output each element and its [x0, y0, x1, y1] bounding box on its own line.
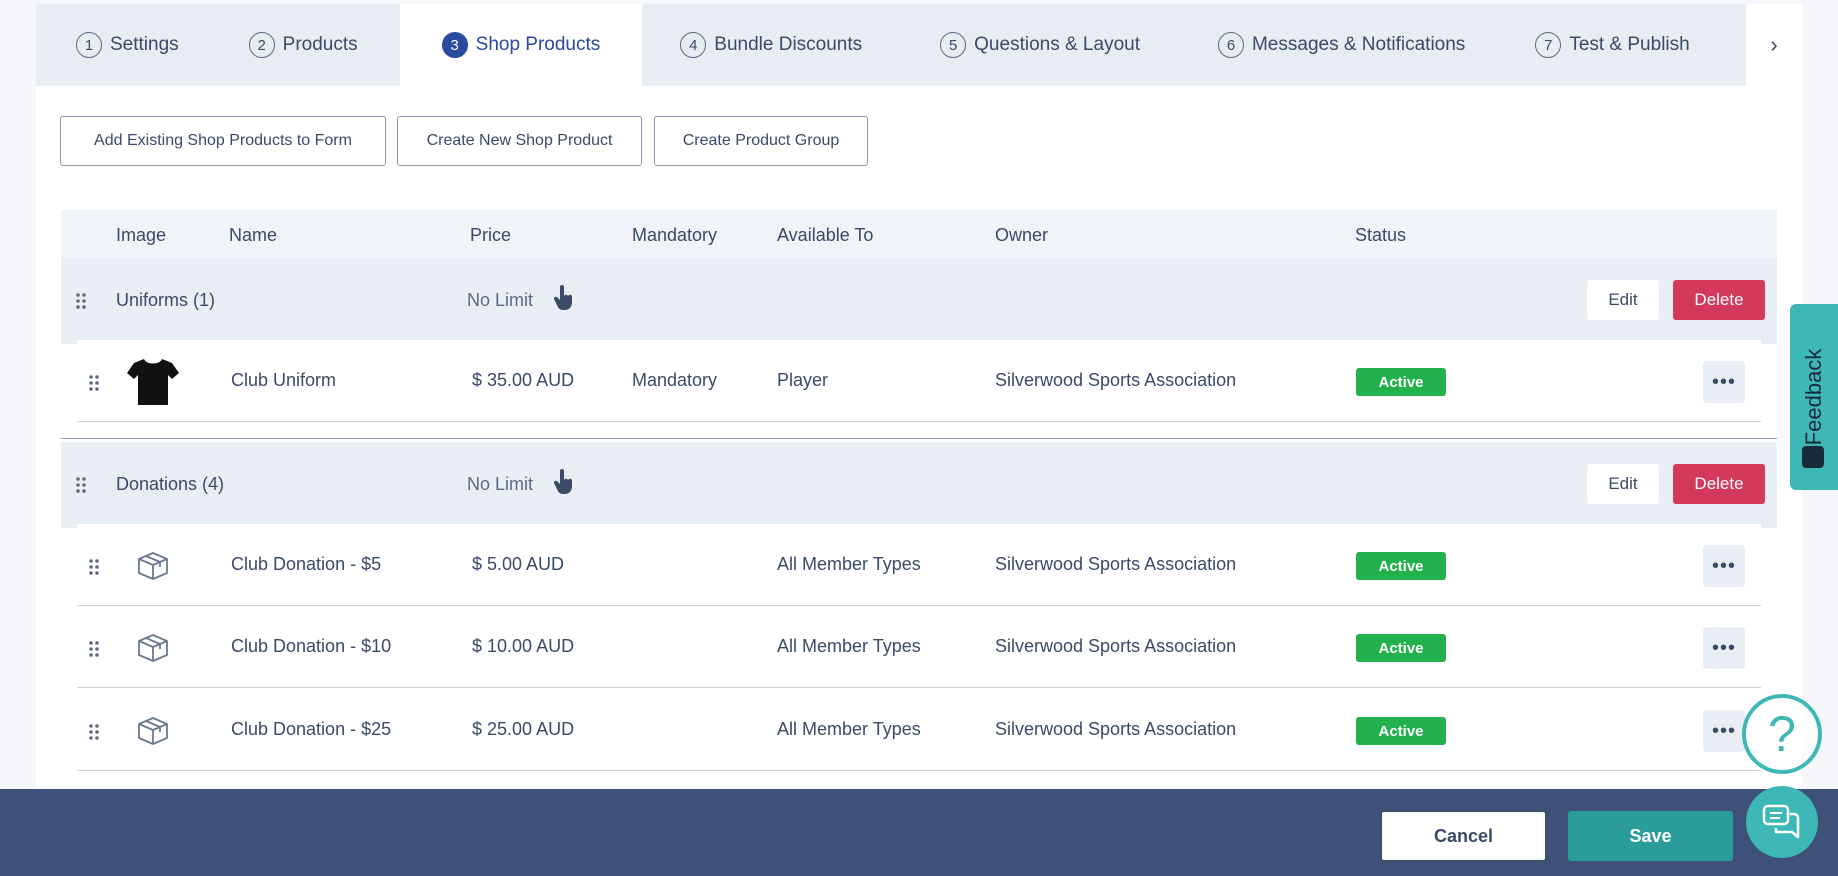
product-name: Club Donation - $5 — [231, 554, 382, 574]
col-price: Price — [470, 225, 512, 245]
product-available-to: Player — [777, 370, 829, 390]
drag-handle-icon[interactable] — [88, 640, 100, 658]
more-options-icon[interactable]: ••• — [1703, 361, 1745, 403]
tab-products[interactable]: 2 Products — [221, 4, 400, 86]
wizard-tabs: 1 Settings 2 Products 3 Shop Products 4 … — [36, 4, 1802, 86]
product-owner: Silverwood Sports Association — [995, 719, 1237, 739]
product-mandatory: Mandatory — [632, 370, 718, 390]
product-name: Club Donation - $25 — [231, 719, 392, 739]
hand-pointer-icon — [553, 469, 572, 494]
tab-label: Bundle Discounts — [714, 34, 863, 55]
group-name: Donations (4) — [116, 474, 225, 494]
step-number: 5 — [940, 32, 967, 58]
col-owner: Owner — [995, 225, 1049, 245]
tab-label: Test & Publish — [1569, 34, 1690, 55]
status-badge: Active — [1356, 717, 1446, 745]
table-row: Club Donation - $5 $ 5.00 AUD All Member… — [77, 524, 1761, 606]
step-number: 2 — [248, 32, 275, 58]
add-existing-products-button[interactable]: Add Existing Shop Products to Form — [60, 116, 386, 166]
tab-label: Products — [282, 34, 358, 55]
product-group-donations: Donations (4) No Limit Edit Delete — [61, 442, 1777, 528]
footer-bar: Cancel Save — [0, 789, 1838, 876]
tab-shop-products[interactable]: 3 Shop Products — [399, 4, 643, 86]
status-badge: Active — [1356, 552, 1446, 580]
product-name: Club Donation - $10 — [231, 636, 392, 656]
delete-group-button[interactable]: Delete — [1673, 464, 1765, 504]
more-options-icon[interactable]: ••• — [1703, 710, 1745, 752]
create-product-group-button[interactable]: Create Product Group — [654, 116, 868, 166]
form-builder-card: 1 Settings 2 Products 3 Shop Products 4 … — [36, 4, 1802, 876]
product-owner: Silverwood Sports Association — [995, 554, 1237, 574]
col-name: Name — [229, 225, 278, 245]
table-row: Club Uniform $ 35.00 AUD Mandatory Playe… — [77, 340, 1761, 422]
step-number: 1 — [76, 32, 102, 58]
product-price: $ 35.00 AUD — [472, 370, 575, 390]
status-badge: Active — [1356, 368, 1446, 396]
step-number: 7 — [1535, 32, 1562, 58]
group-limit: No Limit — [467, 290, 534, 310]
edit-group-button[interactable]: Edit — [1587, 464, 1659, 504]
hand-pointer-icon — [553, 285, 572, 310]
more-options-icon[interactable]: ••• — [1703, 545, 1745, 587]
feedback-tab[interactable]: Feedback — [1790, 304, 1838, 490]
tshirt-icon — [125, 354, 181, 410]
tab-bundle-discounts[interactable]: 4 Bundle Discounts — [642, 4, 902, 86]
table-row: Club Donation - $25 $ 25.00 AUD All Memb… — [77, 689, 1761, 771]
product-price: $ 10.00 AUD — [472, 636, 575, 656]
edit-group-button[interactable]: Edit — [1587, 280, 1659, 320]
cancel-button[interactable]: Cancel — [1381, 811, 1546, 861]
save-button[interactable]: Save — [1568, 811, 1733, 861]
drag-handle-icon[interactable] — [75, 476, 87, 494]
tab-label: Messages & Notifications — [1251, 34, 1466, 55]
tab-label: Questions & Layout — [974, 34, 1140, 55]
tab-test-publish[interactable]: 7 Test & Publish — [1505, 4, 1709, 86]
drag-handle-icon[interactable] — [88, 723, 100, 741]
help-icon[interactable]: ? — [1742, 694, 1822, 774]
step-number: 4 — [680, 32, 707, 58]
product-price: $ 5.00 AUD — [472, 554, 565, 574]
create-new-product-button[interactable]: Create New Shop Product — [397, 116, 642, 166]
delete-group-button[interactable]: Delete — [1673, 280, 1765, 320]
more-options-icon[interactable]: ••• — [1703, 627, 1745, 669]
chat-icon[interactable] — [1746, 786, 1818, 858]
product-owner: Silverwood Sports Association — [995, 370, 1237, 390]
tab-label: Shop Products — [475, 34, 601, 55]
product-available-to: All Member Types — [777, 719, 921, 739]
step-number: 6 — [1217, 32, 1244, 58]
box-icon — [125, 620, 181, 676]
tab-label: Settings — [110, 34, 179, 55]
status-badge: Active — [1356, 634, 1446, 662]
group-name: Uniforms (1) — [116, 290, 216, 310]
group-limit: No Limit — [467, 474, 534, 494]
tab-messages-notifications[interactable]: 6 Messages & Notifications — [1180, 4, 1505, 86]
smiley-icon — [1802, 446, 1824, 468]
drag-handle-icon[interactable] — [88, 558, 100, 576]
box-icon — [125, 538, 181, 594]
col-available-to: Available To — [777, 225, 874, 245]
product-name: Club Uniform — [231, 370, 337, 390]
drag-handle-icon[interactable] — [75, 292, 87, 310]
product-owner: Silverwood Sports Association — [995, 636, 1237, 656]
chevron-right-icon[interactable]: › — [1746, 4, 1802, 86]
step-number: 3 — [441, 32, 468, 58]
product-group-uniforms: Uniforms (1) No Limit Edit Delete — [61, 258, 1777, 344]
tab-questions-layout[interactable]: 5 Questions & Layout — [902, 4, 1180, 86]
feedback-label: Feedback — [1801, 348, 1826, 446]
table-header: Image Name Price Mandatory Available To … — [61, 210, 1777, 258]
tab-settings[interactable]: 1 Settings — [36, 4, 221, 86]
drag-handle-icon[interactable] — [88, 374, 100, 392]
group-divider — [61, 438, 1777, 439]
col-status: Status — [1355, 225, 1407, 245]
box-icon — [125, 703, 181, 759]
product-available-to: All Member Types — [777, 636, 921, 656]
table-row: Club Donation - $10 $ 10.00 AUD All Memb… — [77, 606, 1761, 688]
col-image: Image — [116, 225, 167, 245]
col-mandatory: Mandatory — [632, 225, 718, 245]
product-price: $ 25.00 AUD — [472, 719, 575, 739]
product-available-to: All Member Types — [777, 554, 921, 574]
